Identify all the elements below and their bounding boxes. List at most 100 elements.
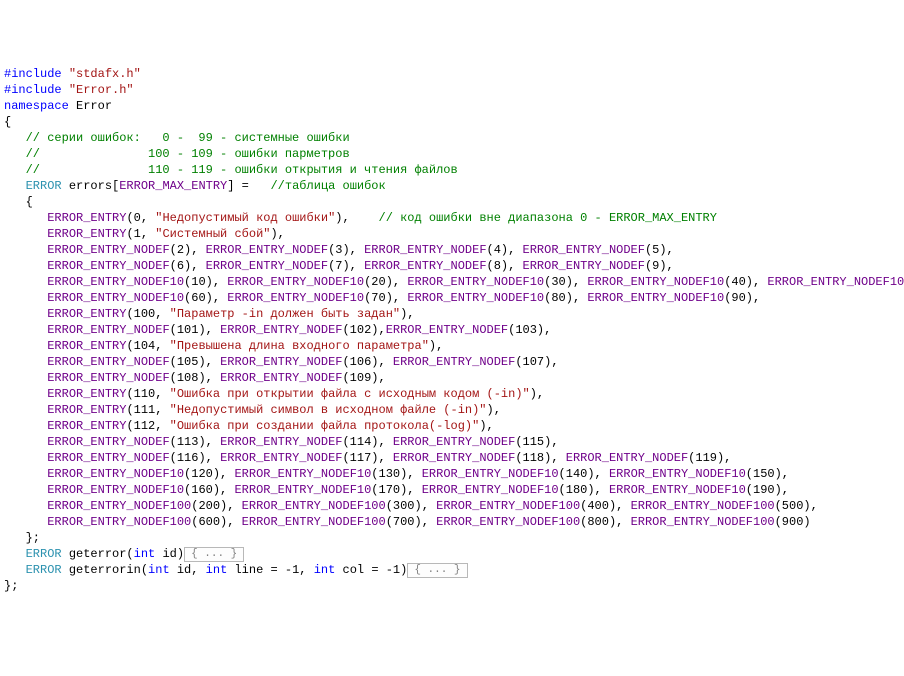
code-text: (112,	[126, 419, 169, 433]
brace-close: };	[4, 579, 18, 593]
macro: ERROR_ENTRY_NODEF	[523, 259, 645, 273]
macro: ERROR_ENTRY_NODEF	[393, 355, 515, 369]
namespace-name: Error	[69, 99, 112, 113]
macro: ERROR_ENTRY_NODEF10	[227, 275, 364, 289]
keyword-namespace: namespace	[4, 99, 69, 113]
code-text: (106),	[342, 355, 392, 369]
string-literal: "Ошибка при открытии файла с исходным ко…	[170, 387, 530, 401]
code-text: (80),	[544, 291, 587, 305]
string-literal: "Системный сбой"	[155, 227, 270, 241]
macro: ERROR_ENTRY_NODEF	[220, 355, 342, 369]
code-text: (117),	[342, 451, 392, 465]
code-text: ),	[335, 211, 378, 225]
type-name: ERROR	[26, 547, 62, 561]
code-text: (600),	[191, 515, 241, 529]
code-text: (500),	[775, 499, 818, 513]
macro: ERROR_ENTRY_NODEF100	[631, 499, 775, 513]
code-text: (4),	[487, 243, 523, 257]
code-text: (111,	[126, 403, 169, 417]
code-text: id,	[170, 563, 206, 577]
brace-open: {	[4, 195, 33, 209]
macro: ERROR_ENTRY_NODEF	[47, 451, 169, 465]
code-text: (114),	[342, 435, 392, 449]
code-text: (150),	[746, 467, 789, 481]
comment: //таблица ошибок	[256, 179, 386, 193]
macro: ERROR_ENTRY_NODEF10	[587, 291, 724, 305]
macro: ERROR_ENTRY_NODEF10	[609, 467, 746, 481]
macro: ERROR_ENTRY_NODEF	[47, 259, 169, 273]
comment: // 100 - 109 - ошибки парметров	[4, 147, 350, 161]
macro: ERROR_ENTRY_NODEF10	[422, 467, 559, 481]
code-text: (7),	[328, 259, 364, 273]
indent	[4, 419, 47, 433]
indent	[4, 291, 47, 305]
indent	[4, 259, 47, 273]
macro: ERROR_ENTRY_NODEF10	[407, 291, 544, 305]
code-text: (108),	[170, 371, 220, 385]
code-text: (6),	[170, 259, 206, 273]
code-text: (190),	[746, 483, 789, 497]
code-text: (30),	[544, 275, 587, 289]
type-name: ERROR	[26, 563, 62, 577]
indent	[4, 467, 47, 481]
indent	[4, 499, 47, 513]
code-text: (200),	[191, 499, 241, 513]
code-editor[interactable]: #include "stdafx.h" #include "Error.h" n…	[4, 66, 900, 594]
indent	[4, 403, 47, 417]
code-text: (70),	[364, 291, 407, 305]
macro: ERROR_ENTRY_NODEF10	[47, 467, 184, 481]
macro: ERROR_ENTRY_NODEF10	[234, 483, 371, 497]
comment: // серии ошибок: 0 - 99 - системные ошиб…	[4, 131, 350, 145]
indent	[4, 483, 47, 497]
code-text: (105),	[170, 355, 220, 369]
indent	[4, 339, 47, 353]
indent	[4, 275, 47, 289]
code-text: (130),	[371, 467, 421, 481]
code-text: (170),	[371, 483, 421, 497]
keyword-int: int	[134, 547, 156, 561]
code-text: (109),	[342, 371, 385, 385]
macro: ERROR_ENTRY_NODEF10	[47, 483, 184, 497]
macro: ERROR_ENTRY_NODEF10	[767, 275, 904, 289]
macro: ERROR_ENTRY_NODEF	[393, 435, 515, 449]
code-text: (100,	[126, 307, 169, 321]
macro: ERROR_ENTRY_NODEF10	[609, 483, 746, 497]
code-text: (300),	[386, 499, 436, 513]
code-text: ),	[479, 419, 493, 433]
include-file: "Error.h"	[69, 83, 134, 97]
code-text: (1,	[126, 227, 155, 241]
macro: ERROR_ENTRY	[47, 403, 126, 417]
indent	[4, 371, 47, 385]
code-text: ] =	[227, 179, 256, 193]
code-text: (5),	[645, 243, 674, 257]
macro: ERROR_ENTRY_NODEF10	[422, 483, 559, 497]
macro: ERROR_ENTRY_NODEF	[47, 371, 169, 385]
code-text: (700),	[386, 515, 436, 529]
code-text: ),	[487, 403, 501, 417]
fold-indicator[interactable]: { ... }	[407, 563, 467, 578]
include-directive: #include	[4, 83, 69, 97]
type-name: ERROR	[26, 179, 62, 193]
code-text: line = -1,	[227, 563, 313, 577]
indent	[4, 515, 47, 529]
indent	[4, 387, 47, 401]
macro: ERROR_ENTRY_NODEF10	[47, 291, 184, 305]
indent	[4, 323, 47, 337]
fold-indicator[interactable]: { ... }	[184, 547, 244, 562]
macro: ERROR_ENTRY_NODEF100	[631, 515, 775, 529]
brace-open: {	[4, 115, 11, 129]
code-text: (90),	[724, 291, 760, 305]
macro: ERROR_ENTRY_NODEF	[220, 435, 342, 449]
string-literal: "Превышена длина входного параметра"	[170, 339, 429, 353]
macro: ERROR_ENTRY_NODEF100	[436, 515, 580, 529]
brace-close: };	[4, 531, 40, 545]
macro: ERROR_ENTRY_NODEF10	[227, 291, 364, 305]
code-text: (104,	[126, 339, 169, 353]
macro: ERROR_ENTRY_NODEF	[386, 323, 508, 337]
include-directive: #include	[4, 67, 69, 81]
code-text: (113),	[170, 435, 220, 449]
indent	[4, 179, 26, 193]
macro: ERROR_ENTRY_NODEF100	[47, 499, 191, 513]
macro: ERROR_ENTRY_NODEF	[220, 323, 342, 337]
indent	[4, 451, 47, 465]
